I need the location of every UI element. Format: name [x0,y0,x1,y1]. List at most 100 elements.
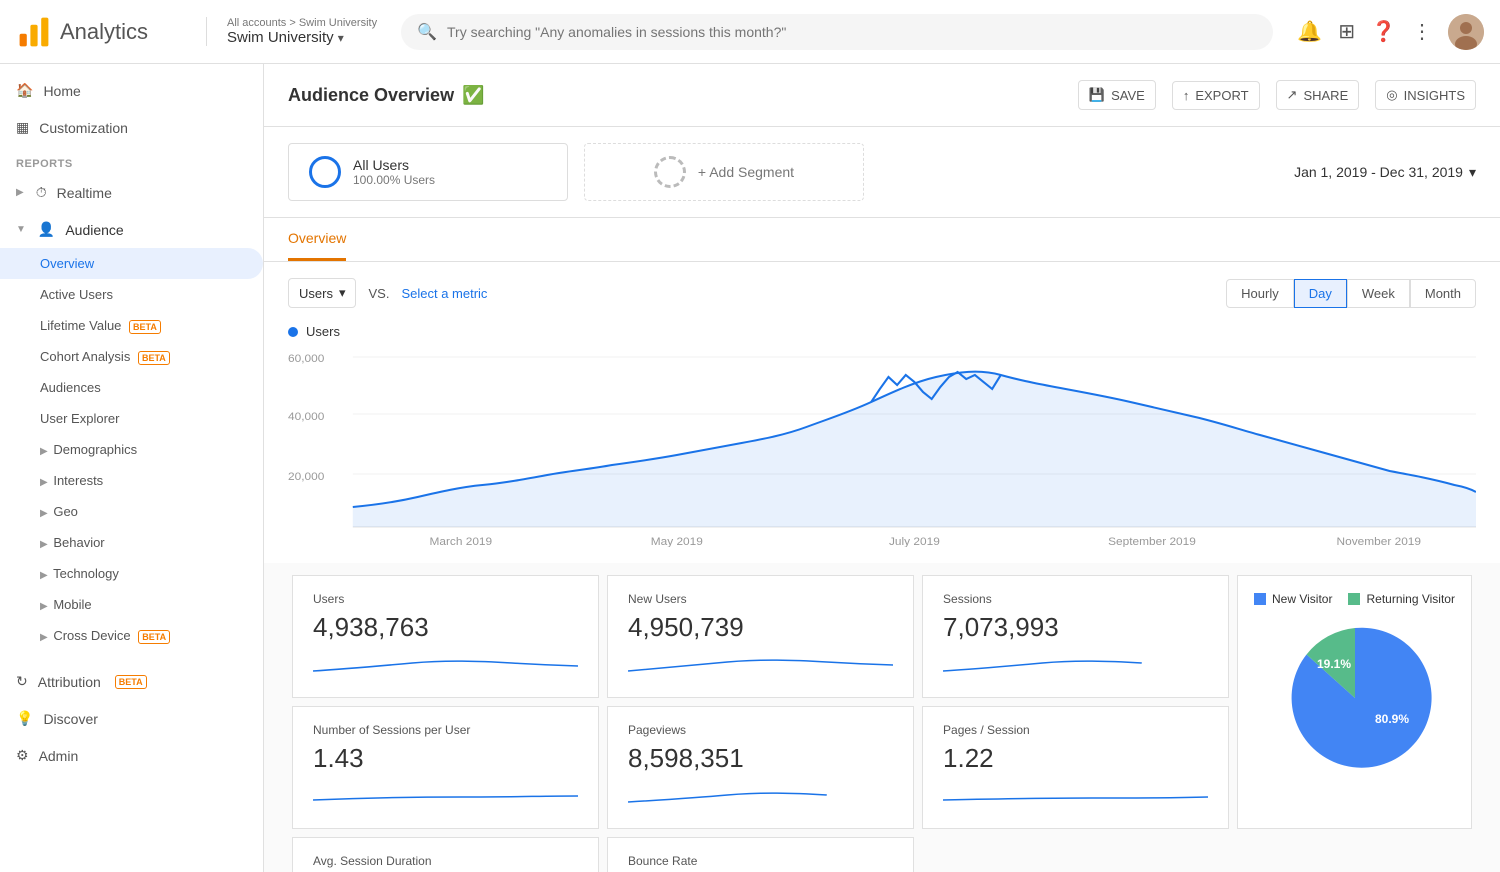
sidebar-sub-interests[interactable]: ▶ Interests [0,465,263,496]
export-icon: ↑ [1183,88,1190,103]
breadcrumb-bottom[interactable]: Swim University ▾ [227,29,377,46]
realtime-expand-icon: ▶ [16,187,24,198]
segments-bar: All Users 100.00% Users + Add Segment Ja… [264,127,1500,218]
segment-card-all-users: All Users 100.00% Users [288,143,568,201]
time-btn-week[interactable]: Week [1347,279,1410,308]
metric-card-users: Users 4,938,763 [292,575,599,698]
search-bar[interactable]: 🔍 [401,14,1273,50]
metric-dropdown[interactable]: Users ▾ [288,278,356,308]
sidebar-sub-cross-device[interactable]: ▶ Cross Device BETA [0,620,263,651]
sidebar-sub-geo[interactable]: ▶ Geo [0,496,263,527]
attribution-beta-badge: BETA [115,675,147,689]
sidebar-item-attribution[interactable]: ↻ Attribution BETA [0,663,263,700]
metric-sparkline-pages-session [943,782,1208,812]
sidebar-sub-demographics[interactable]: ▶ Demographics [0,434,263,465]
mobile-expand-icon: ▶ [40,601,48,612]
sidebar-item-customization[interactable]: ▦ Customization [0,109,263,146]
sidebar-sub-technology[interactable]: ▶ Technology [0,558,263,589]
metric-label-users: Users [313,592,578,606]
metric-label-bounce-rate: Bounce Rate [628,854,893,868]
sidebar-sub-overview[interactable]: Overview [0,248,263,279]
time-btn-hourly[interactable]: Hourly [1226,279,1294,308]
demographics-expand-icon: ▶ [40,446,48,457]
pie-color-returning [1348,593,1360,605]
export-button[interactable]: ↑ EXPORT [1172,81,1260,110]
page-title: Audience Overview [288,85,454,106]
pie-label-new: New Visitor [1272,592,1332,606]
metric-sparkline-sessions [943,651,1208,681]
sidebar-item-discover[interactable]: 💡 Discover [0,700,263,737]
sidebar: 🏠 Home ▦ Customization REPORTS ▶ ⏱ Realt… [0,64,264,872]
share-button[interactable]: ↗ SHARE [1276,80,1360,110]
pie-legend-returning: Returning Visitor [1348,592,1455,606]
sidebar-sub-audiences[interactable]: Audiences [0,372,263,403]
date-range-dropdown-icon: ▾ [1469,164,1476,181]
sidebar-sub-lifetime-value[interactable]: Lifetime Value BETA [0,310,263,341]
chart-container: 60,000 40,000 20,000 March 2019 [288,347,1476,547]
page-actions: 💾 SAVE ↑ EXPORT ↗ SHARE ◎ INSIGHTS [1078,80,1476,110]
search-input[interactable] [447,24,1257,40]
behavior-expand-icon: ▶ [40,539,48,550]
svg-text:May 2019: May 2019 [651,536,703,547]
sidebar-item-home[interactable]: 🏠 Home [0,72,263,109]
cross-device-beta-badge: BETA [138,630,170,644]
sidebar-sub-cohort-analysis[interactable]: Cohort Analysis BETA [0,341,263,372]
time-btn-day[interactable]: Day [1294,279,1347,308]
sidebar-item-audience[interactable]: ▼ 👤 Audience [0,211,263,248]
pie-color-new [1254,593,1266,605]
discover-icon: 💡 [16,710,33,727]
segment-name: All Users [353,157,435,173]
metric-label-new-users: New Users [628,592,893,606]
metric-value-users: 4,938,763 [313,612,578,643]
search-icon: 🔍 [417,22,437,42]
sidebar-sub-active-users[interactable]: Active Users [0,279,263,310]
avatar[interactable] [1448,14,1484,50]
lifetime-value-beta-badge: BETA [129,320,161,334]
insights-button[interactable]: ◎ INSIGHTS [1375,80,1476,110]
audience-expand-icon: ▼ [16,224,26,235]
main-layout: 🏠 Home ▦ Customization REPORTS ▶ ⏱ Realt… [0,64,1500,872]
sidebar-item-realtime[interactable]: ▶ ⏱ Realtime [0,174,263,211]
add-segment-card[interactable]: + Add Segment [584,143,864,201]
metric-value-sessions: 7,073,993 [943,612,1208,643]
sidebar-sub-user-explorer[interactable]: User Explorer [0,403,263,434]
breadcrumb-top: All accounts > Swim University [227,17,377,29]
save-button[interactable]: 💾 SAVE [1078,80,1156,110]
reports-section-label: REPORTS [0,146,263,174]
add-segment-label[interactable]: + Add Segment [698,164,794,180]
legend-dot [288,327,298,337]
metric-sparkline-new-users [628,651,893,681]
more-icon[interactable]: ⋮ [1412,19,1432,44]
legend-label: Users [306,324,340,339]
metric-sparkline-sessions-per-user [313,782,578,812]
metric-value-new-users: 4,950,739 [628,612,893,643]
sidebar-sub-mobile[interactable]: ▶ Mobile [0,589,263,620]
metric-card-pages-session: Pages / Session 1.22 [922,706,1229,829]
metric-card-new-users: New Users 4,950,739 [607,575,914,698]
home-icon: 🏠 [16,82,33,99]
metric-value-pageviews: 8,598,351 [628,743,893,774]
analytics-logo [16,14,52,50]
date-range-button[interactable]: Jan 1, 2019 - Dec 31, 2019 ▾ [1294,164,1476,181]
metric-card-pageviews: Pageviews 8,598,351 [607,706,914,829]
apps-icon[interactable]: ⊞ [1338,19,1355,44]
metric-sparkline-pageviews [628,782,893,812]
sidebar-sub-behavior[interactable]: ▶ Behavior [0,527,263,558]
admin-icon: ⚙ [16,747,29,764]
top-nav: Analytics All accounts > Swim University… [0,0,1500,64]
help-icon[interactable]: ❓ [1371,19,1396,44]
add-segment-circle [654,156,686,188]
metric-card-sessions-per-user: Number of Sessions per User 1.43 [292,706,599,829]
svg-text:20,000: 20,000 [288,471,324,483]
breadcrumb-dropdown-icon[interactable]: ▾ [338,31,344,45]
tab-overview[interactable]: Overview [288,218,346,261]
metric-label-avg-duration: Avg. Session Duration [313,854,578,868]
notifications-icon[interactable]: 🔔 [1297,19,1322,44]
vs-text: VS. [368,286,389,301]
share-icon: ↗ [1287,87,1298,103]
time-btn-month[interactable]: Month [1410,279,1476,308]
select-metric-link[interactable]: Select a metric [401,286,487,301]
technology-expand-icon: ▶ [40,570,48,581]
sidebar-item-admin[interactable]: ⚙ Admin [0,737,263,774]
metric-value-sessions-per-user: 1.43 [313,743,578,774]
